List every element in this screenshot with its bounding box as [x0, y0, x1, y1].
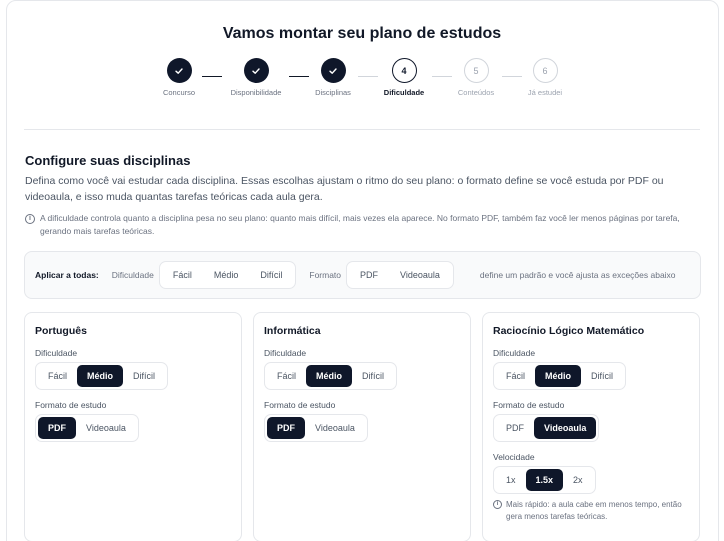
section-title: Configure suas disciplinas: [25, 153, 191, 168]
format-pdf[interactable]: PDF: [267, 417, 305, 439]
apply-format-videoaula[interactable]: Videoaula: [389, 264, 451, 286]
subject-card-raciocinio-logico: Raciocínio Lógico Matemático Dificuldade…: [482, 312, 700, 541]
subject-name: Informática: [264, 325, 321, 337]
info-icon: i: [493, 500, 502, 509]
apply-difficulty-label: Dificuldade: [111, 270, 154, 280]
step-connector: [502, 76, 522, 77]
difficulty-info: i A dificuldade controla quanto a discip…: [25, 212, 701, 238]
speed-note-text: Mais rápido: a aula cabe em menos tempo,…: [506, 500, 682, 521]
difficulty-label: Dificuldade: [35, 348, 78, 358]
difficulty-selector: Fácil Médio Difícil: [493, 362, 627, 390]
speed-label: Velocidade: [493, 452, 535, 462]
subject-name: Português: [35, 325, 87, 337]
apply-difficulty-facil[interactable]: Fácil: [162, 264, 203, 286]
format-pdf[interactable]: PDF: [496, 417, 534, 439]
step-concurso[interactable]: Concurso: [139, 58, 219, 97]
step-label: Disponibilidade: [230, 88, 282, 97]
speed-1-5x[interactable]: 1.5x: [525, 469, 564, 491]
difficulty-medio[interactable]: Médio: [77, 365, 124, 387]
format-videoaula[interactable]: Videoaula: [534, 417, 597, 439]
step-disponibilidade[interactable]: Disponibilidade: [216, 58, 296, 97]
difficulty-facil[interactable]: Fácil: [38, 365, 77, 387]
step-number: 6: [532, 58, 558, 83]
apply-difficulty-medio[interactable]: Médio: [203, 264, 250, 286]
difficulty-dificil[interactable]: Difícil: [581, 365, 623, 387]
format-pdf[interactable]: PDF: [38, 417, 76, 439]
check-icon: [243, 58, 269, 83]
step-number: 4: [391, 58, 417, 83]
difficulty-dificil[interactable]: Difícil: [352, 365, 394, 387]
format-selector: PDF Videoaula: [264, 414, 368, 442]
format-label: Formato de estudo: [493, 400, 565, 410]
speed-1x[interactable]: 1x: [496, 469, 526, 491]
difficulty-medio[interactable]: Médio: [535, 365, 582, 387]
step-label: Já estudei: [527, 88, 563, 97]
info-text: A dificuldade controla quanto a discipli…: [40, 213, 680, 236]
page-title: Vamos montar seu plano de estudos: [222, 25, 502, 42]
step-connector: [202, 76, 222, 77]
step-ja-estudei[interactable]: 6 Já estudei: [505, 58, 585, 97]
format-selector: PDF Videoaula: [35, 414, 139, 442]
step-connector: [432, 76, 452, 77]
format-videoaula[interactable]: Videoaula: [76, 417, 136, 439]
apply-format-label: Formato: [309, 270, 342, 280]
format-label: Formato de estudo: [35, 400, 107, 410]
step-label: Disciplinas: [315, 88, 351, 97]
step-number: 5: [463, 58, 489, 83]
info-icon: i: [25, 214, 35, 224]
speed-2x[interactable]: 2x: [563, 469, 593, 491]
apply-format-pdf[interactable]: PDF: [349, 264, 389, 286]
difficulty-label: Dificuldade: [493, 348, 536, 358]
apply-format-selector: PDF Videoaula: [346, 261, 454, 289]
check-icon: [166, 58, 192, 83]
step-connector: [358, 76, 378, 77]
difficulty-facil[interactable]: Fácil: [267, 365, 306, 387]
apply-difficulty-selector: Fácil Médio Difícil: [158, 261, 297, 289]
difficulty-facil[interactable]: Fácil: [496, 365, 535, 387]
step-disciplinas[interactable]: Disciplinas: [293, 58, 373, 97]
subject-card-portugues: Português Dificuldade Fácil Médio Difíci…: [24, 312, 242, 541]
subject-name: Raciocínio Lógico Matemático: [493, 325, 645, 337]
format-selector: PDF Videoaula: [493, 414, 600, 442]
format-videoaula[interactable]: Videoaula: [305, 417, 365, 439]
step-label: Dificuldade: [383, 88, 425, 97]
step-label: Conteúdos: [457, 88, 495, 97]
step-dificuldade[interactable]: 4 Dificuldade: [364, 58, 444, 97]
format-label: Formato de estudo: [264, 400, 336, 410]
section-description: Defina como você vai estudar cada discip…: [25, 175, 664, 203]
stepper: Concurso Disponibilidade Disciplinas 4 D…: [0, 58, 724, 102]
subject-card-informatica: Informática Dificuldade Fácil Médio Difí…: [253, 312, 471, 541]
difficulty-selector: Fácil Médio Difícil: [35, 362, 169, 390]
check-icon: [320, 58, 346, 83]
apply-difficulty-dificil[interactable]: Difícil: [249, 264, 293, 286]
apply-all-bar: Aplicar a todas: Dificuldade Fácil Médio…: [24, 251, 701, 299]
apply-all-label: Aplicar a todas:: [35, 270, 99, 280]
step-label: Concurso: [162, 88, 196, 97]
section-divider: [24, 129, 700, 130]
speed-selector: 1x 1.5x 2x: [493, 466, 596, 494]
difficulty-selector: Fácil Médio Difícil: [264, 362, 398, 390]
difficulty-medio[interactable]: Médio: [306, 365, 353, 387]
difficulty-label: Dificuldade: [264, 348, 307, 358]
step-conteudos[interactable]: 5 Conteúdos: [436, 58, 516, 97]
speed-note: i Mais rápido: a aula cabe em menos temp…: [493, 499, 693, 523]
apply-all-hint: define um padrão e você ajusta as exceçõ…: [479, 270, 676, 280]
step-connector: [289, 76, 309, 77]
difficulty-dificil[interactable]: Difícil: [123, 365, 165, 387]
